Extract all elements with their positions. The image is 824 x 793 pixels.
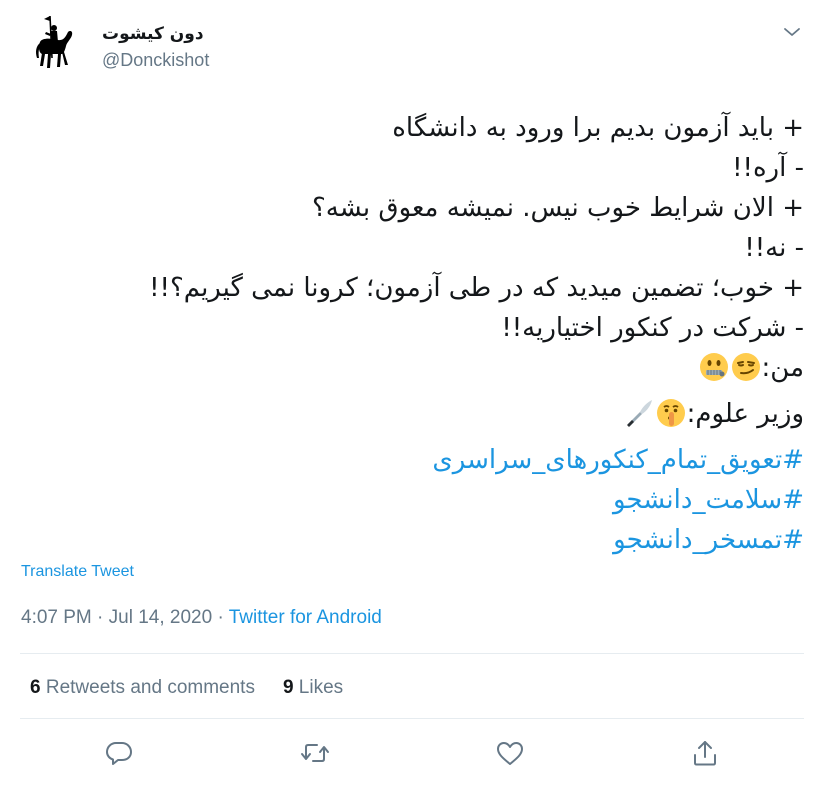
kitchen-knife-icon	[624, 398, 654, 440]
tweet-card: دون کیشوت @Donckishot + باید آزمون بدیم …	[0, 0, 824, 793]
translate-tweet-link[interactable]: Translate Tweet	[21, 563, 134, 581]
likes-stat[interactable]: 9 Likes	[283, 677, 343, 699]
reply-icon[interactable]	[104, 738, 134, 768]
likes-label: Likes	[293, 677, 344, 698]
zipper-mouth-face-icon	[699, 352, 729, 394]
tweet-stats: 6 Retweets and comments 9 Likes	[30, 677, 343, 699]
display-name[interactable]: دون کیشوت	[102, 24, 204, 44]
tweet-line: + الان شرایط خوب نیس. نمیشه معوق بشه؟	[311, 193, 804, 223]
minister-label: وزیر علوم:	[686, 399, 804, 429]
retweet-icon[interactable]	[300, 738, 330, 768]
tweet-line: - آره!!	[732, 153, 804, 183]
meta-separator: ·	[212, 607, 229, 628]
share-icon[interactable]	[690, 738, 720, 768]
hashtag-link[interactable]: #تمسخر_دانشجو	[24, 520, 804, 560]
like-icon[interactable]	[495, 738, 525, 768]
chevron-down-icon[interactable]	[778, 18, 806, 46]
tweet-line: + باید آزمون بدیم برا ورود به دانشگاه	[392, 113, 804, 143]
smirking-face-icon	[731, 352, 761, 394]
me-label: من:	[761, 353, 804, 383]
likes-count: 9	[282, 677, 294, 698]
tweet-line-me: من:	[24, 348, 804, 394]
retweets-stat[interactable]: 6 Retweets and comments	[30, 677, 255, 699]
knight-on-horse-icon	[36, 15, 73, 68]
shushing-face-icon	[656, 398, 686, 440]
tweet-date[interactable]: Jul 14, 2020	[109, 607, 213, 628]
tweet-line: - نه!!	[744, 233, 804, 263]
retweets-count: 6	[30, 677, 41, 698]
tweet-source-link[interactable]: Twitter for Android	[229, 607, 382, 628]
tweet-line: + خوب؛ تضمین میدید که در طی آزمون؛ کرونا…	[149, 273, 804, 303]
tweet-meta: 4:07 PM · Jul 14, 2020 · Twitter for And…	[21, 607, 382, 629]
tweet-time[interactable]: 4:07 PM	[21, 607, 92, 628]
divider	[20, 718, 804, 719]
avatar[interactable]	[20, 12, 88, 80]
tweet-line: - شرکت در کنکور اختیاریه!!	[501, 313, 804, 343]
tweet-text: + باید آزمون بدیم برا ورود به دانشگاه - …	[24, 108, 804, 560]
retweets-label: Retweets and comments	[40, 677, 255, 698]
user-handle[interactable]: @Donckishot	[102, 50, 209, 71]
hashtag-link[interactable]: #سلامت_دانشجو	[24, 480, 804, 520]
meta-separator: ·	[91, 607, 109, 628]
divider	[20, 653, 804, 654]
hashtag-link[interactable]: #تعویق_تمام_کنکورهای_سراسری	[24, 440, 804, 480]
tweet-line-minister: وزیر علوم:	[24, 394, 804, 440]
